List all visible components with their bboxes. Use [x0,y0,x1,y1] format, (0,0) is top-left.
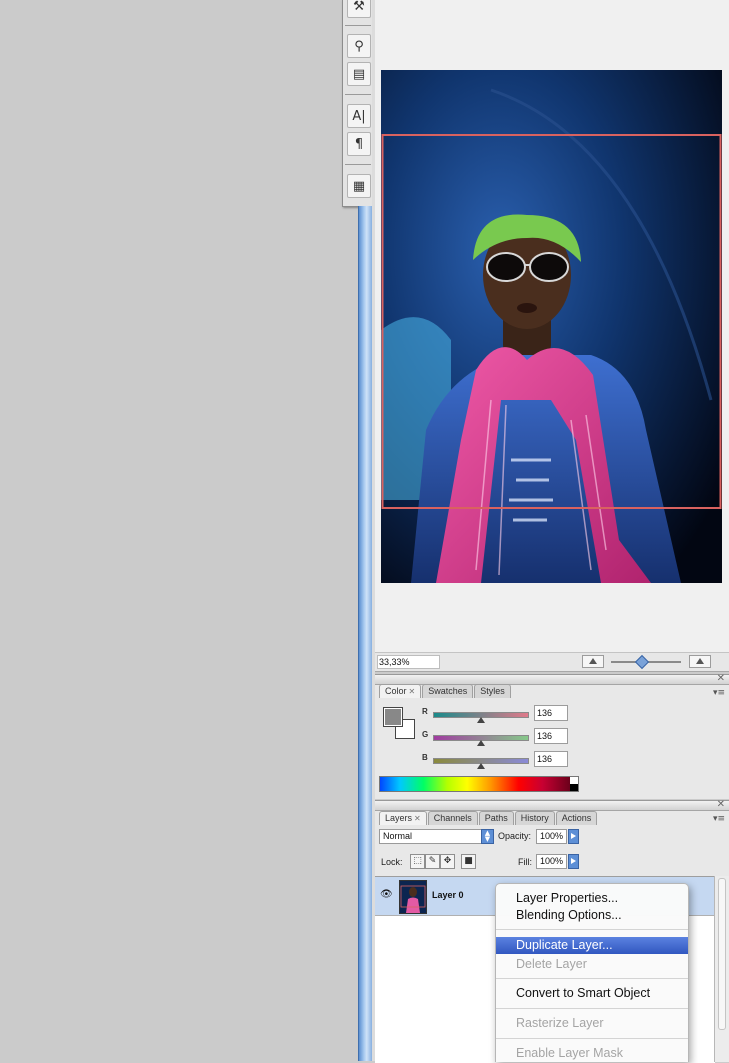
red-value-field[interactable]: 136 [534,705,568,721]
menu-separator [496,929,688,930]
layer-comps-icon[interactable]: ▤ [347,62,371,86]
red-slider-caret[interactable] [477,717,485,723]
color-panel-tabs: Color ✕ Swatches Styles [379,684,512,698]
close-icon[interactable]: ✕ [717,673,725,684]
opacity-label: Opacity: [498,831,532,841]
document-photo[interactable] [381,70,722,583]
blue-slider[interactable]: B 136 [419,751,569,773]
fill-field[interactable]: 100% [536,854,567,869]
zoom-level-field[interactable]: 33,33% [377,655,440,669]
lock-label: Lock: [381,857,403,867]
red-slider[interactable]: R 136 [419,705,569,727]
blend-mode-stepper-icon[interactable]: ▲ ▼ [481,829,494,844]
panel-menu-icon[interactable]: ▾≡ [713,814,727,824]
blue-value-field[interactable]: 136 [534,751,568,767]
menu-separator [496,1038,688,1039]
green-value-field[interactable]: 136 [534,728,568,744]
close-icon[interactable]: ✕ [717,799,725,810]
fill-arrow-icon[interactable] [568,854,579,869]
lock-transparent-icon[interactable]: ⬚ [410,854,425,869]
menu-separator [496,978,688,979]
panel-menu-icon[interactable]: ▾≡ [713,688,727,698]
menu-item-rasterize-layer[interactable]: Rasterize Layer [496,1015,688,1032]
layer-name[interactable]: Layer 0 [432,890,464,900]
tab-swatches[interactable]: Swatches [422,684,474,698]
opacity-field[interactable]: 100% [536,829,567,844]
blue-label: B [422,753,428,762]
blend-mode-select[interactable]: Normal [379,829,484,844]
close-icon[interactable]: ✕ [409,687,416,696]
tab-styles[interactable]: Styles [474,684,511,698]
tab-layers[interactable]: Layers ✕ [379,811,427,825]
layer-thumbnail[interactable] [399,880,427,914]
opacity-arrow-icon[interactable] [568,829,579,844]
menu-item-convert-to-smart-object[interactable]: Convert to Smart Object [496,985,688,1002]
lock-position-icon[interactable]: ✥ [440,854,455,869]
close-icon[interactable]: ✕ [414,814,421,823]
menu-item-delete-layer[interactable]: Delete Layer [496,956,688,973]
layers-scrollbar[interactable] [714,876,729,1062]
notes-icon[interactable]: ▦ [347,174,371,198]
color-panel: ✕ ▾≡ Color ✕ Swatches Styles R 136 G 136 … [375,673,729,799]
tab-color[interactable]: Color ✕ [379,684,422,698]
blue-slider-caret[interactable] [477,763,485,769]
tab-history[interactable]: History [514,811,555,825]
layers-panel-tabs: Layers ✕ Channels Paths History Actions [379,811,598,825]
foreground-color-swatch[interactable] [383,707,403,727]
tab-actions[interactable]: Actions [555,811,598,825]
layers-panel-titlebar[interactable]: ✕ [375,799,729,811]
tab-paths[interactable]: Paths [478,811,514,825]
green-slider-caret[interactable] [477,740,485,746]
menu-separator [496,1008,688,1009]
lock-all-icon[interactable]: ■ [461,854,476,869]
character-icon[interactable]: A| [347,104,371,128]
document-status-bar: 33,33% [375,652,729,672]
zoom-out-button[interactable] [582,655,604,668]
visibility-eye-icon[interactable]: 👁 [380,889,393,900]
fill-label: Fill: [518,857,532,867]
menu-item-enable-layer-mask[interactable]: Enable Layer Mask [496,1045,688,1062]
menu-item-layer-properties[interactable]: Layer Properties... [496,890,688,907]
paragraph-icon[interactable]: ¶ [347,132,371,156]
menu-item-blending-options[interactable]: Blending Options... [496,907,688,924]
wrench-icon[interactable]: ⚒ [347,0,371,18]
color-spectrum-ramp[interactable] [379,776,579,792]
zoom-in-button[interactable] [689,655,711,668]
green-slider[interactable]: G 136 [419,728,569,750]
tab-channels[interactable]: Channels [427,811,478,825]
layer-context-menu: Layer Properties... Blending Options... … [495,883,689,1062]
lock-image-icon[interactable]: ✎ [425,854,440,869]
zoom-slider-thumb[interactable] [634,654,650,670]
portrait-photo [381,70,722,583]
clone-source-icon[interactable]: ⚲ [347,34,371,58]
red-label: R [422,707,428,716]
menu-item-duplicate-layer[interactable]: Duplicate Layer... [496,937,688,954]
tool-divider [345,94,371,95]
layer-thumbnail-image [400,881,426,913]
green-label: G [422,730,429,739]
tool-divider [345,164,371,165]
tools-panel: ⚒ ⚲ ▤ A| ¶ ▦ [342,0,374,207]
tool-divider [345,25,371,26]
